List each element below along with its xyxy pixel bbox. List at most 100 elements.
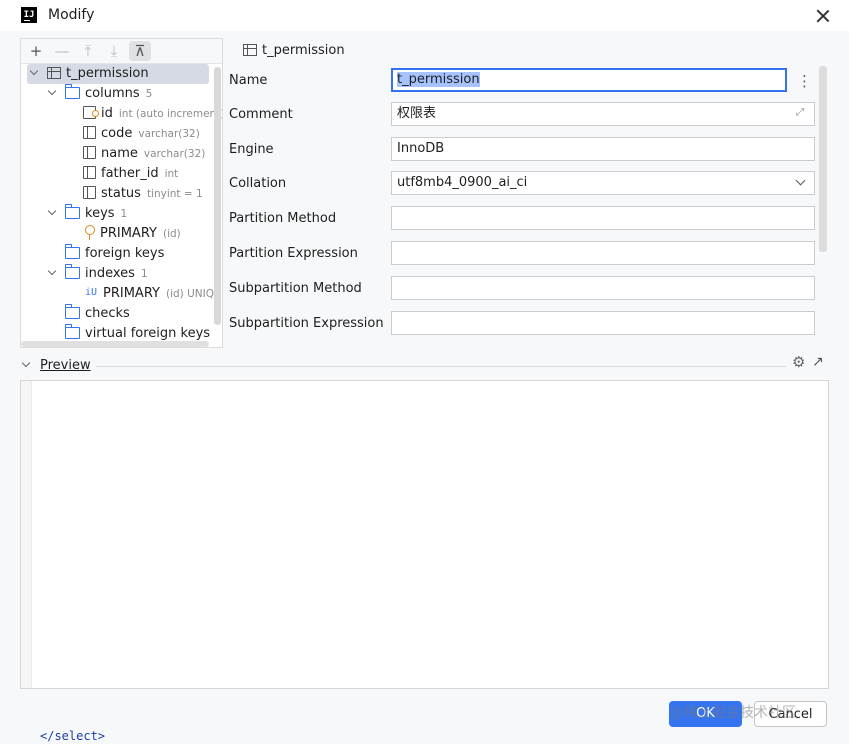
tree-item-foreign-keys[interactable]: foreign keys bbox=[65, 243, 164, 264]
tree-horizontal-scrollbar[interactable] bbox=[21, 341, 209, 347]
count-badge: 1 bbox=[120, 208, 128, 220]
subpartition-method-label: Subpartition Method bbox=[229, 281, 362, 296]
tree-item-label: columns bbox=[85, 86, 140, 101]
column-icon bbox=[83, 166, 96, 179]
column-icon bbox=[83, 186, 96, 199]
primary-key-column-icon bbox=[83, 106, 99, 119]
details-header: t_permission bbox=[243, 43, 345, 58]
preview-editor[interactable] bbox=[20, 380, 829, 689]
chevron-down-icon[interactable] bbox=[48, 207, 58, 217]
table-icon bbox=[47, 66, 61, 79]
column-type: tinyint = 1 bbox=[146, 188, 203, 200]
index-icon: iU bbox=[85, 286, 98, 298]
tree-item-label: indexes bbox=[85, 266, 135, 281]
tree-toolbar: + — ⤒ ⤓ ⊼ bbox=[21, 39, 222, 64]
column-name: status bbox=[101, 186, 141, 201]
tree-vertical-scrollbar[interactable] bbox=[214, 67, 221, 325]
preview-label[interactable]: Preview bbox=[40, 358, 91, 373]
index-name: PRIMARY bbox=[103, 286, 160, 301]
engine-field[interactable]: InnoDB bbox=[391, 137, 815, 161]
folder-icon bbox=[65, 303, 80, 319]
column-name: father_id bbox=[101, 166, 159, 181]
key-columns: (id) bbox=[162, 228, 181, 240]
subpartition-expression-field[interactable] bbox=[391, 311, 815, 335]
column-type: int (auto increment) bbox=[118, 108, 223, 120]
folder-icon bbox=[65, 203, 80, 219]
collation-dropdown[interactable]: utf8mb4_0900_ai_ci bbox=[391, 171, 815, 195]
tree-item-label: t_permission bbox=[66, 66, 149, 81]
count-badge: 1 bbox=[140, 268, 148, 280]
folder-icon bbox=[65, 323, 80, 339]
chevron-down-icon[interactable] bbox=[21, 358, 31, 368]
chevron-down-icon[interactable] bbox=[48, 87, 58, 97]
chevron-down-icon[interactable] bbox=[48, 267, 58, 277]
expand-icon[interactable]: ⤢ bbox=[796, 107, 808, 119]
move-down-icon[interactable]: ⤓ bbox=[103, 41, 125, 61]
key-item-primary[interactable]: PRIMARY (id) bbox=[85, 224, 181, 244]
folder-icon bbox=[65, 83, 80, 99]
column-type: varchar(32) bbox=[143, 148, 206, 160]
engine-field-value: InnoDB bbox=[397, 141, 445, 156]
key-name: PRIMARY bbox=[100, 226, 157, 241]
partition-method-label: Partition Method bbox=[229, 211, 337, 226]
index-item-primary[interactable]: iU PRIMARY (id) UNIQUE bbox=[85, 284, 222, 304]
name-field-value: t_permission bbox=[397, 72, 480, 87]
gear-icon[interactable]: ⚙ bbox=[792, 354, 808, 370]
count-badge: 5 bbox=[145, 88, 153, 100]
tree-item-indexes[interactable]: indexes 1 bbox=[45, 263, 215, 284]
column-name: name bbox=[101, 146, 138, 161]
partition-expression-label: Partition Expression bbox=[229, 246, 358, 261]
more-options-icon[interactable]: ⋮ bbox=[797, 72, 812, 90]
close-icon[interactable] bbox=[813, 6, 833, 26]
column-item-name[interactable]: name varchar(32) bbox=[83, 144, 205, 164]
column-icon bbox=[83, 146, 96, 159]
column-name: code bbox=[101, 126, 133, 141]
details-header-title: t_permission bbox=[262, 43, 345, 58]
key-icon bbox=[85, 224, 95, 240]
collation-field-value: utf8mb4_0900_ai_ci bbox=[397, 175, 528, 190]
comment-field-value: 权限表 bbox=[397, 106, 437, 121]
background-code-text: </select> bbox=[40, 729, 106, 743]
name-field[interactable]: t_permission bbox=[391, 68, 787, 92]
tree-item-checks[interactable]: checks bbox=[65, 303, 130, 324]
comment-label: Comment bbox=[229, 107, 293, 122]
partition-method-field[interactable] bbox=[391, 206, 815, 230]
cancel-button[interactable]: Cancel bbox=[754, 701, 827, 727]
editor-gutter bbox=[21, 381, 32, 688]
tree-item-keys[interactable]: keys 1 bbox=[45, 203, 215, 224]
preview-divider bbox=[96, 366, 786, 367]
partition-expression-field[interactable] bbox=[391, 241, 815, 265]
pin-top-icon[interactable]: ⊼ bbox=[129, 41, 151, 61]
folder-icon bbox=[65, 263, 80, 279]
subpartition-expression-label: Subpartition Expression bbox=[229, 316, 384, 331]
chevron-down-icon[interactable] bbox=[30, 67, 40, 77]
open-external-icon[interactable]: ↗ bbox=[812, 354, 828, 370]
tree-item-columns[interactable]: columns 5 bbox=[45, 83, 215, 104]
title-bar: IJ Modify bbox=[0, 0, 849, 31]
subpartition-method-field[interactable] bbox=[391, 276, 815, 300]
dialog-title: Modify bbox=[48, 7, 95, 23]
form-vertical-scrollbar[interactable] bbox=[819, 66, 827, 252]
chevron-down-icon[interactable] bbox=[795, 175, 806, 186]
modify-dialog: IJ Modify + — ⤒ ⤓ ⊼ t_permission columns… bbox=[0, 0, 849, 744]
tree-item-label: checks bbox=[85, 306, 130, 321]
column-item-father-id[interactable]: father_id int bbox=[83, 164, 178, 184]
add-icon[interactable]: + bbox=[25, 41, 47, 61]
column-type: varchar(32) bbox=[138, 128, 200, 140]
preview-header[interactable]: Preview ⚙ ↗ bbox=[20, 354, 829, 376]
move-up-icon[interactable]: ⤒ bbox=[77, 41, 99, 61]
column-item-id[interactable]: id int (auto increment) bbox=[83, 104, 223, 124]
comment-field[interactable]: 权限表 ⤢ bbox=[391, 102, 815, 126]
column-icon bbox=[83, 126, 96, 139]
engine-label: Engine bbox=[229, 142, 274, 157]
structure-tree: + — ⤒ ⤓ ⊼ t_permission columns 5 id int (a… bbox=[20, 38, 223, 348]
name-label: Name bbox=[229, 73, 268, 88]
remove-icon[interactable]: — bbox=[51, 41, 73, 61]
column-type: int bbox=[164, 168, 179, 180]
intellij-app-icon: IJ bbox=[21, 7, 37, 23]
tree-item-t-permission[interactable]: t_permission bbox=[27, 64, 209, 84]
column-item-code[interactable]: code varchar(32) bbox=[83, 124, 200, 144]
collation-label: Collation bbox=[229, 176, 287, 191]
ok-button[interactable]: OK bbox=[669, 701, 742, 727]
column-item-status[interactable]: status tinyint = 1 bbox=[83, 184, 203, 204]
